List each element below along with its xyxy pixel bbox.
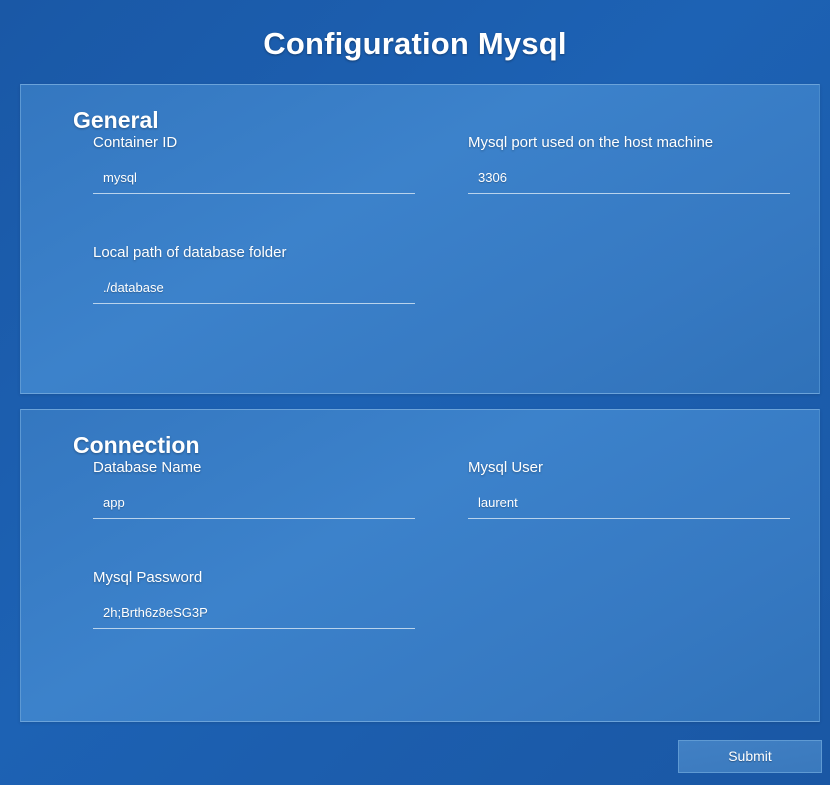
field-label-container-id: Container ID (93, 134, 178, 151)
field-database-name: Database Name (93, 459, 415, 519)
submit-button[interactable]: Submit (678, 740, 822, 773)
input-mysql-port[interactable] (468, 170, 790, 194)
input-mysql-user[interactable] (468, 495, 790, 519)
field-label-database-folder-path: Local path of database folder (93, 244, 287, 261)
field-grid-general: Container ID Mysql port used on the host… (21, 134, 819, 304)
input-database-name[interactable] (93, 495, 415, 519)
field-label-mysql-user: Mysql User (468, 459, 544, 476)
field-container-id: Container ID (93, 134, 415, 194)
field-mysql-user: Mysql User (468, 459, 790, 519)
section-heading-connection: Connection (73, 432, 200, 458)
section-connection: Connection Database Name Mysql User Mysq… (20, 409, 820, 722)
field-grid-connection: Database Name Mysql User Mysql Password (21, 459, 819, 629)
field-label-database-name: Database Name (93, 459, 202, 476)
submit-row: Submit (0, 740, 830, 785)
input-database-folder-path[interactable] (93, 280, 415, 304)
section-general: General Container ID Mysql port used on … (20, 84, 820, 394)
page-title: Configuration Mysql (263, 26, 567, 61)
input-mysql-password[interactable] (93, 605, 415, 629)
input-container-id[interactable] (93, 170, 415, 194)
field-label-mysql-password: Mysql Password (93, 569, 203, 586)
field-mysql-port: Mysql port used on the host machine (468, 134, 790, 194)
section-heading-general: General (73, 107, 159, 133)
field-label-mysql-port: Mysql port used on the host machine (468, 134, 714, 151)
field-database-folder-path: Local path of database folder (93, 244, 415, 304)
field-mysql-password: Mysql Password (93, 569, 415, 629)
